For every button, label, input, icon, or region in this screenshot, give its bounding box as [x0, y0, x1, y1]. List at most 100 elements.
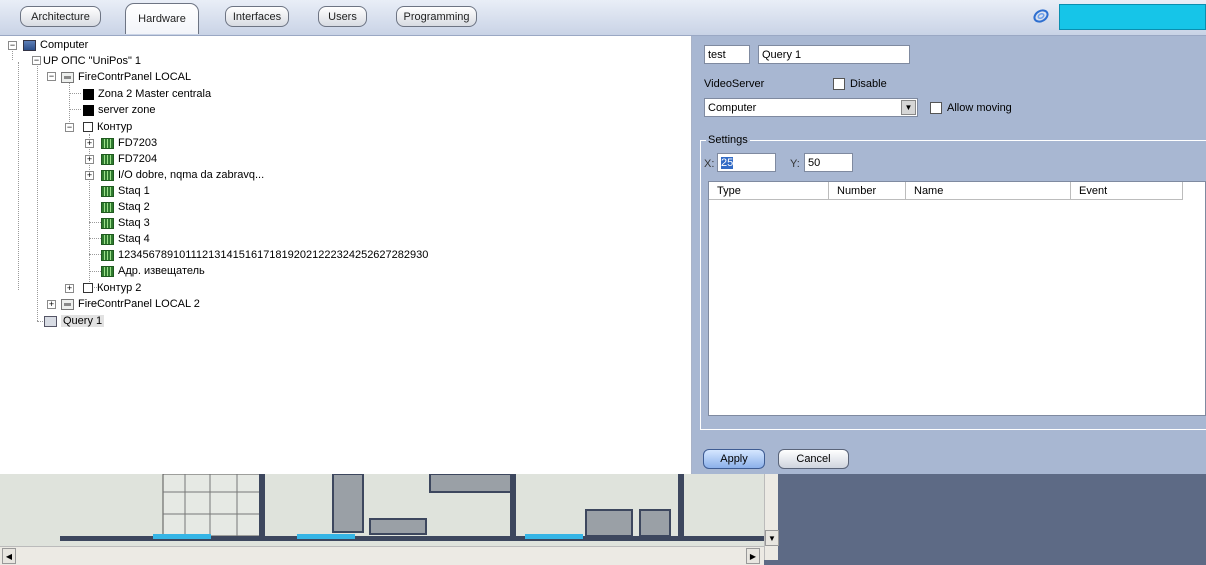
computer-icon	[23, 39, 36, 51]
tree-label: I/O dobre, nqma da zabravq...	[118, 169, 265, 181]
status-bar-indicator	[1059, 4, 1206, 30]
tree-item-staq3[interactable]: Staq 3	[101, 216, 150, 230]
tree-label: FD7204	[118, 153, 158, 165]
tree-item-zone2[interactable]: server zone	[83, 103, 155, 117]
tree-label: Staq 3	[118, 217, 150, 229]
scroll-down-icon[interactable]: ▼	[765, 530, 779, 546]
x-coordinate-input[interactable]: 25	[717, 153, 776, 172]
tree-item-staq4[interactable]: Staq 4	[101, 232, 150, 246]
scroll-left-icon[interactable]: ◀	[2, 548, 16, 564]
column-header-event[interactable]: Event	[1071, 182, 1183, 200]
tree-label: Контур	[97, 121, 133, 133]
tree-item-staq1[interactable]: Staq 1	[101, 184, 150, 198]
floor-plan-drawing	[0, 474, 764, 546]
device-icon	[101, 265, 114, 277]
tree-label: Query 1	[61, 315, 105, 327]
expander-io[interactable]: +	[85, 171, 94, 180]
disable-checkbox[interactable]	[833, 78, 845, 90]
map-vertical-scrollbar[interactable]: ▼	[764, 474, 779, 560]
expander-computer[interactable]: −	[8, 41, 17, 50]
device-icon	[101, 201, 114, 213]
column-header-number[interactable]: Number	[829, 182, 906, 200]
tab-hardware[interactable]: Hardware	[125, 3, 199, 34]
tab-architecture[interactable]: Architecture	[20, 6, 101, 27]
scroll-right-icon[interactable]: ▶	[746, 548, 760, 564]
tree-item-io[interactable]: I/O dobre, nqma da zabravq...	[101, 168, 264, 182]
settings-label: Settings	[706, 134, 750, 146]
tree-item-panel1[interactable]: FireContrPanel LOCAL	[61, 70, 191, 84]
allow-moving-checkbox[interactable]	[930, 102, 942, 114]
videoserver-combo[interactable]: Computer ▼	[704, 98, 918, 117]
top-tab-bar: Architecture Hardware Interfaces Users P…	[0, 0, 1206, 36]
expander-ops[interactable]: −	[32, 56, 41, 65]
zone-icon	[83, 88, 94, 100]
expander-fd1[interactable]: +	[85, 139, 94, 148]
hardware-tree: − Computer − UP ОПС "UniPos" 1 − FireCon…	[0, 36, 692, 474]
tab-interfaces[interactable]: Interfaces	[225, 6, 289, 27]
name-field[interactable]: Query 1	[758, 45, 910, 64]
apply-button[interactable]: Apply	[703, 449, 765, 469]
tree-label: Staq 2	[118, 201, 150, 213]
tree-label: FireContrPanel LOCAL 2	[78, 298, 200, 310]
logo-icon	[1033, 9, 1049, 23]
tab-programming[interactable]: Programming	[396, 6, 477, 27]
map-side-panel	[764, 474, 1206, 565]
tree-item-kontur2[interactable]: Контур 2	[83, 281, 141, 295]
tree-item-query[interactable]: Query 1	[44, 314, 105, 328]
column-header-type[interactable]: Type	[709, 182, 829, 200]
device-icon	[101, 153, 114, 165]
cancel-button[interactable]: Cancel	[778, 449, 849, 469]
tree-item-kontur[interactable]: Контур	[83, 120, 132, 134]
panel-icon	[61, 71, 74, 83]
map-horizontal-scrollbar[interactable]: ◀ ▶	[0, 546, 764, 565]
tree-label: UP ОПС "UniPos" 1	[43, 55, 142, 67]
y-label: Y:	[790, 158, 800, 170]
tree-label: Адр. извещатель	[118, 265, 205, 277]
items-table[interactable]: Type Number Name Event	[708, 181, 1206, 416]
tree-item-fd7204[interactable]: FD7204	[101, 152, 157, 166]
tree-item-computer[interactable]: Computer	[23, 38, 88, 52]
tree-label: FD7203	[118, 137, 158, 149]
x-value: 25	[721, 156, 734, 169]
tree-label: Zona 2 Master centrala	[98, 88, 212, 100]
tree-item-long-number[interactable]: 1234567891011121314151617181920212223242…	[101, 248, 428, 262]
floor-plan-map[interactable]	[0, 474, 764, 546]
device-icon	[101, 169, 114, 181]
combo-value: Computer	[708, 101, 757, 114]
tree-label: server zone	[98, 104, 156, 116]
tree-item-zone1[interactable]: Zona 2 Master centrala	[83, 87, 211, 101]
y-coordinate-input[interactable]: 50	[804, 153, 853, 172]
device-icon	[101, 249, 114, 261]
tree-label: Staq 4	[118, 233, 150, 245]
panel-icon	[61, 298, 74, 310]
tree-label: Computer	[40, 39, 89, 51]
tree-item-staq2[interactable]: Staq 2	[101, 200, 150, 214]
id-field[interactable]: test	[704, 45, 750, 64]
zone-icon	[83, 104, 94, 116]
expander-kontur2[interactable]: +	[65, 284, 74, 293]
allow-moving-label: Allow moving	[947, 102, 1012, 114]
expander-fd2[interactable]: +	[85, 155, 94, 164]
tree-item-fd7203[interactable]: FD7203	[101, 136, 157, 150]
disable-label: Disable	[850, 78, 887, 90]
loop-icon	[83, 122, 93, 132]
x-label: X:	[704, 158, 715, 170]
chevron-down-icon[interactable]: ▼	[901, 100, 916, 115]
device-icon	[101, 185, 114, 197]
column-header-name[interactable]: Name	[906, 182, 1071, 200]
tab-users[interactable]: Users	[318, 6, 367, 27]
device-icon	[101, 217, 114, 229]
expander-panel1[interactable]: −	[47, 72, 56, 81]
tree-label: Контур 2	[97, 282, 142, 294]
expander-kontur[interactable]: −	[65, 123, 74, 132]
expander-panel2[interactable]: +	[47, 300, 56, 309]
tree-item-adr[interactable]: Адр. извещатель	[101, 264, 205, 278]
query-icon	[44, 315, 57, 327]
loop-icon	[83, 283, 93, 293]
tree-label: 1234567891011121314151617181920212223242…	[118, 249, 429, 261]
device-icon	[101, 233, 114, 245]
tree-label: FireContrPanel LOCAL	[78, 71, 192, 83]
tree-item-ops[interactable]: UP ОПС "UniPos" 1	[43, 54, 141, 68]
tree-item-panel2[interactable]: FireContrPanel LOCAL 2	[61, 297, 200, 311]
tree-label: Staq 1	[118, 185, 150, 197]
